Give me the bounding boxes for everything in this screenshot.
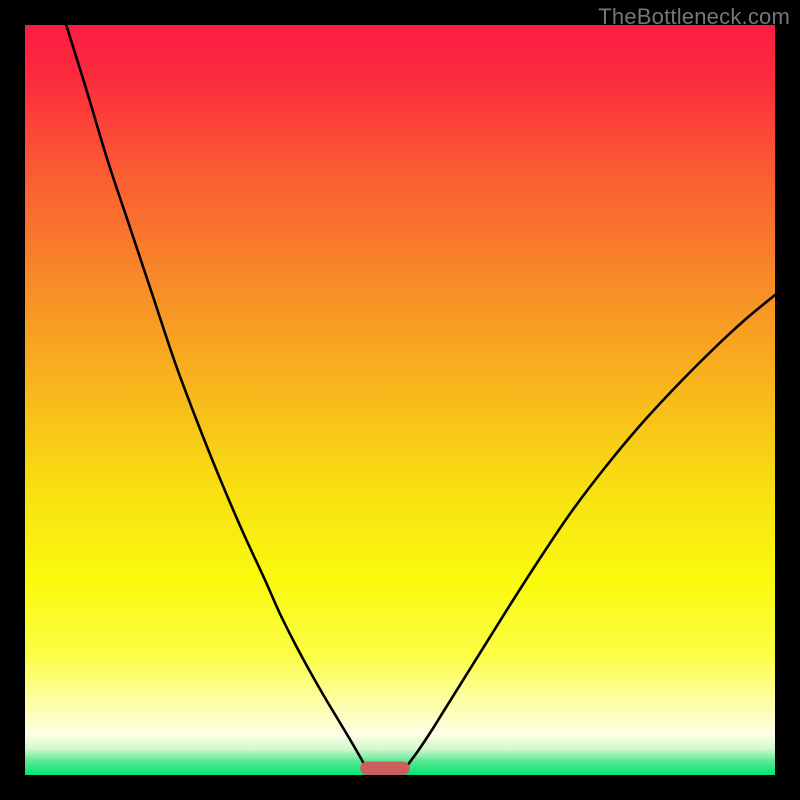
chart-plot-area [25, 25, 775, 775]
watermark-text: TheBottleneck.com [598, 4, 790, 30]
outer-frame: TheBottleneck.com [0, 0, 800, 800]
bottom-marker [360, 762, 410, 776]
chart-marker-group [360, 762, 410, 776]
chart-svg [25, 25, 775, 775]
